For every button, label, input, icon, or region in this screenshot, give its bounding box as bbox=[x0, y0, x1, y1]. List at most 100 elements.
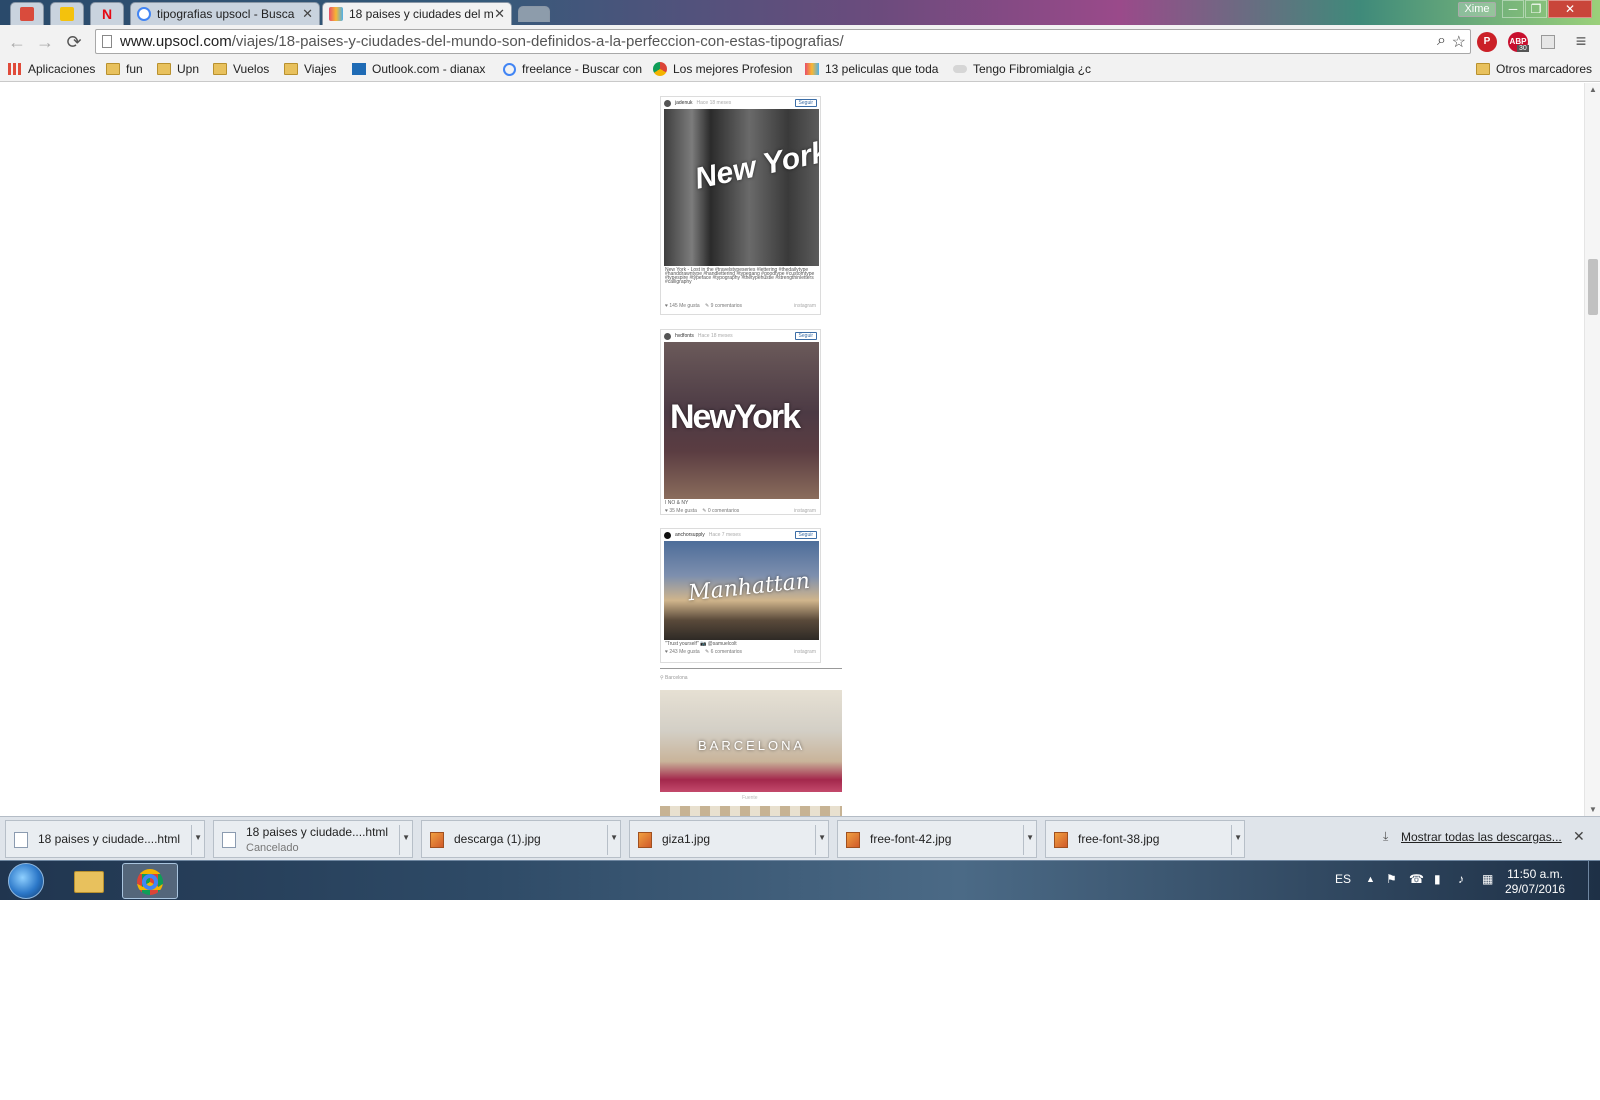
divider bbox=[1023, 825, 1024, 855]
network-icon[interactable]: ▮ bbox=[1434, 872, 1441, 886]
bookmark-freelance[interactable]: freelance - Buscar con bbox=[503, 62, 642, 76]
barcelona-photo[interactable]: BARCELONA bbox=[660, 690, 842, 792]
pinterest-extension-icon[interactable]: P bbox=[1477, 32, 1497, 52]
bookmark-folder-vuelos[interactable]: Vuelos bbox=[213, 62, 269, 76]
download-item[interactable]: descarga (1).jpg ▼ bbox=[421, 820, 621, 858]
bookmark-star-icon[interactable]: ☆ bbox=[1452, 32, 1466, 52]
bookmark-label: freelance - Buscar con bbox=[522, 62, 643, 76]
show-all-downloads-link[interactable]: Mostrar todas las descargas... bbox=[1401, 830, 1562, 844]
bookmarks-bar: Aplicaciones fun Upn Vuelos Viajes Outlo… bbox=[0, 58, 1600, 82]
forward-button[interactable]: → bbox=[34, 31, 56, 53]
post-photo[interactable]: NewYork bbox=[664, 342, 819, 499]
taskbar-chrome[interactable] bbox=[122, 863, 178, 899]
bookmark-peliculas[interactable]: 13 peliculas que toda bbox=[805, 62, 938, 76]
download-status: Cancelado bbox=[246, 842, 299, 854]
post-username[interactable]: hvdfonts bbox=[675, 333, 694, 339]
tab-upsocl-article[interactable]: 18 paises y ciudades del m ✕ bbox=[322, 2, 512, 25]
device-icon[interactable]: ☎ bbox=[1409, 872, 1424, 886]
instagram-logo[interactable]: instagram bbox=[794, 303, 816, 309]
tab-close-icon[interactable]: ✕ bbox=[302, 6, 313, 22]
download-item[interactable]: giza1.jpg ▼ bbox=[629, 820, 829, 858]
language-indicator[interactable]: ES bbox=[1335, 872, 1351, 886]
bookmark-label: Aplicaciones bbox=[28, 62, 96, 76]
avatar bbox=[664, 100, 671, 107]
bookmark-label: Los mejores Profesion bbox=[673, 62, 793, 76]
scrollbar-thumb[interactable] bbox=[1588, 259, 1598, 315]
post-username[interactable]: jadenuk bbox=[675, 100, 693, 106]
post-photo[interactable]: New York bbox=[664, 109, 819, 266]
start-button[interactable] bbox=[8, 863, 44, 899]
post-footer: ♥ 35 Me gusta ✎ 0 comentarios instagram bbox=[661, 507, 820, 517]
tab-google-search[interactable]: tipografias upsocl - Busca ✕ bbox=[130, 2, 320, 25]
chevron-down-icon[interactable]: ▼ bbox=[402, 833, 410, 842]
post-username[interactable]: anchorsupply bbox=[675, 532, 705, 538]
chevron-down-icon[interactable]: ▼ bbox=[194, 833, 202, 842]
system-clock[interactable]: 11:50 a.m. 29/07/2016 bbox=[1505, 867, 1565, 897]
address-bar[interactable]: www.upsocl.com/viajes/18-paises-y-ciudad… bbox=[95, 29, 1471, 54]
action-center-flag-icon[interactable]: ⚑ bbox=[1386, 872, 1397, 886]
download-item[interactable]: free-font-42.jpg ▼ bbox=[837, 820, 1037, 858]
follow-button[interactable]: Seguir bbox=[794, 531, 817, 539]
bookmark-folder-fun[interactable]: fun bbox=[106, 62, 143, 76]
post-photo[interactable]: Manhattan bbox=[664, 541, 819, 640]
post-footer: ♥ 145 Me gusta ✎ 9 comentarios instagram bbox=[661, 302, 820, 312]
taskbar-explorer[interactable] bbox=[60, 863, 116, 899]
search-icon[interactable]: ⌕ bbox=[1437, 32, 1446, 50]
download-item[interactable]: free-font-38.jpg ▼ bbox=[1045, 820, 1245, 858]
close-shelf-icon[interactable]: ✕ bbox=[1573, 828, 1585, 845]
tab-gmail[interactable] bbox=[10, 2, 44, 25]
page-scrollbar[interactable]: ▲ ▼ bbox=[1584, 83, 1600, 816]
chevron-down-icon[interactable]: ▼ bbox=[818, 833, 826, 842]
bookmark-label: Vuelos bbox=[233, 62, 270, 76]
bookmark-fibromialgia[interactable]: Tengo Fibromialgia ¿c bbox=[953, 62, 1091, 76]
extension-icon[interactable] bbox=[1541, 35, 1555, 49]
next-photo[interactable] bbox=[660, 806, 842, 816]
instagram-logo[interactable]: instagram bbox=[794, 508, 816, 514]
url-text[interactable]: www.upsocl.com/viajes/18-paises-y-ciudad… bbox=[120, 33, 844, 50]
windows-update-icon[interactable]: ▦ bbox=[1482, 872, 1493, 886]
bookmark-apps[interactable]: Aplicaciones bbox=[8, 62, 95, 76]
post-header: anchorsupply Hace 7 meses Seguir bbox=[661, 529, 820, 541]
follow-button[interactable]: Seguir bbox=[794, 99, 817, 107]
volume-icon[interactable]: ♪ bbox=[1458, 872, 1464, 886]
restore-button[interactable]: ❐ bbox=[1525, 0, 1547, 18]
scroll-up-icon[interactable]: ▲ bbox=[1589, 85, 1597, 94]
likes-count: ♥ 35 Me gusta bbox=[665, 508, 697, 514]
instagram-embed[interactable]: hvdfonts Hace 18 meses Seguir NewYork I N… bbox=[660, 329, 821, 515]
back-button[interactable]: ← bbox=[6, 31, 28, 53]
instagram-logo[interactable]: instagram bbox=[794, 649, 816, 655]
browser-toolbar: ← → ⟳ www.upsocl.com/viajes/18-paises-y-… bbox=[0, 25, 1600, 58]
avatar bbox=[664, 333, 671, 340]
chevron-down-icon[interactable]: ▼ bbox=[1234, 833, 1242, 842]
divider bbox=[1231, 825, 1232, 855]
follow-button[interactable]: Seguir bbox=[794, 332, 817, 340]
browser-tab-strip: N tipografias upsocl - Busca ✕ 18 paises… bbox=[0, 0, 1600, 25]
reload-button[interactable]: ⟳ bbox=[63, 31, 85, 53]
show-desktop-button[interactable] bbox=[1588, 861, 1600, 901]
bookmark-folder-upn[interactable]: Upn bbox=[157, 62, 199, 76]
tab-keep[interactable] bbox=[50, 2, 84, 25]
instagram-embed[interactable]: jadenuk Hace 18 meses Seguir New York New… bbox=[660, 96, 821, 315]
chrome-menu-icon[interactable]: ≡ bbox=[1570, 30, 1592, 52]
download-item[interactable]: 18 paises y ciudade....html ▼ bbox=[5, 820, 205, 858]
bookmark-other[interactable]: Otros marcadores bbox=[1476, 62, 1592, 76]
location-label: ⚲ Barcelona bbox=[660, 675, 688, 681]
show-hidden-icons-icon[interactable]: ▲ bbox=[1366, 874, 1375, 884]
tab-close-icon[interactable]: ✕ bbox=[494, 6, 505, 22]
download-item[interactable]: 18 paises y ciudade....html Cancelado ▼ bbox=[213, 820, 413, 858]
bookmark-profesionales[interactable]: Los mejores Profesion bbox=[653, 62, 792, 76]
chevron-down-icon[interactable]: ▼ bbox=[1026, 833, 1034, 842]
scroll-down-icon[interactable]: ▼ bbox=[1589, 805, 1597, 814]
bookmark-outlook[interactable]: Outlook.com - dianax bbox=[352, 62, 485, 76]
bookmark-folder-viajes[interactable]: Viajes bbox=[284, 62, 336, 76]
chevron-down-icon[interactable]: ▼ bbox=[610, 833, 618, 842]
minimize-button[interactable]: ─ bbox=[1502, 0, 1524, 18]
divider bbox=[399, 825, 400, 855]
profile-badge[interactable]: Xime bbox=[1458, 2, 1496, 17]
photo-credit[interactable]: Fuente bbox=[742, 795, 758, 801]
instagram-embed[interactable]: anchorsupply Hace 7 meses Seguir Manhatta… bbox=[660, 528, 821, 663]
new-tab-button[interactable] bbox=[518, 6, 550, 22]
tab-netflix[interactable]: N bbox=[90, 2, 124, 25]
html-file-icon bbox=[222, 832, 236, 848]
close-window-button[interactable]: ✕ bbox=[1548, 0, 1592, 18]
